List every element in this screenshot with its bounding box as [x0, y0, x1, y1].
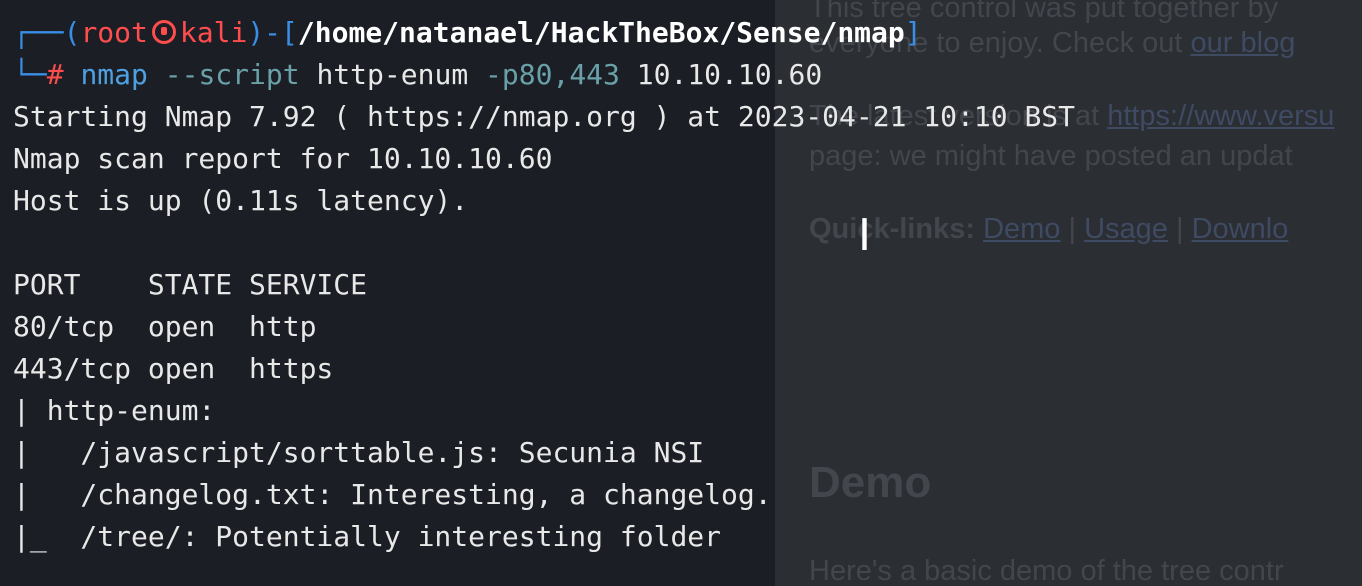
output-line: |_ /tree/: Potentially interesting folde…	[13, 520, 722, 553]
output-line: | /changelog.txt: Interesting, a changel…	[13, 478, 772, 511]
command-target: 10.10.10.60	[636, 58, 823, 91]
prompt-path: /home/natanael/HackTheBox/Sense/nmap	[297, 16, 905, 49]
command-option: --script	[164, 58, 300, 91]
terminal-window[interactable]: ┌──(root kali)-[/home/natanael/HackTheBox…	[0, 0, 1362, 586]
command-option-value: http-enum	[316, 58, 469, 91]
prompt-user: root	[80, 16, 148, 49]
output-line: | http-enum:	[13, 394, 216, 427]
command-ports: -p80,443	[485, 58, 620, 91]
command-line[interactable]: └─# nmap --script http-enum -p80,443 10.…	[13, 54, 822, 96]
output-line: Starting Nmap 7.92 ( https://nmap.org ) …	[13, 100, 1076, 133]
text-cursor-icon: I	[858, 210, 871, 261]
output-line: Nmap scan report for 10.10.10.60	[13, 142, 553, 175]
output-line: | /javascript/sorttable.js: Secunia NSI	[13, 436, 705, 469]
output-line: 443/tcp open https	[13, 352, 334, 385]
output-line: PORT STATE SERVICE	[13, 268, 368, 301]
prompt-line: ┌──(root kali)-[/home/natanael/HackTheBox…	[13, 16, 922, 49]
prompt-host: kali	[179, 16, 248, 49]
skull-icon	[151, 20, 176, 44]
root-hash: #	[46, 58, 64, 91]
command-name: nmap	[80, 58, 148, 91]
output-line: Host is up (0.11s latency).	[13, 184, 469, 217]
output-line: 80/tcp open http	[13, 310, 317, 343]
